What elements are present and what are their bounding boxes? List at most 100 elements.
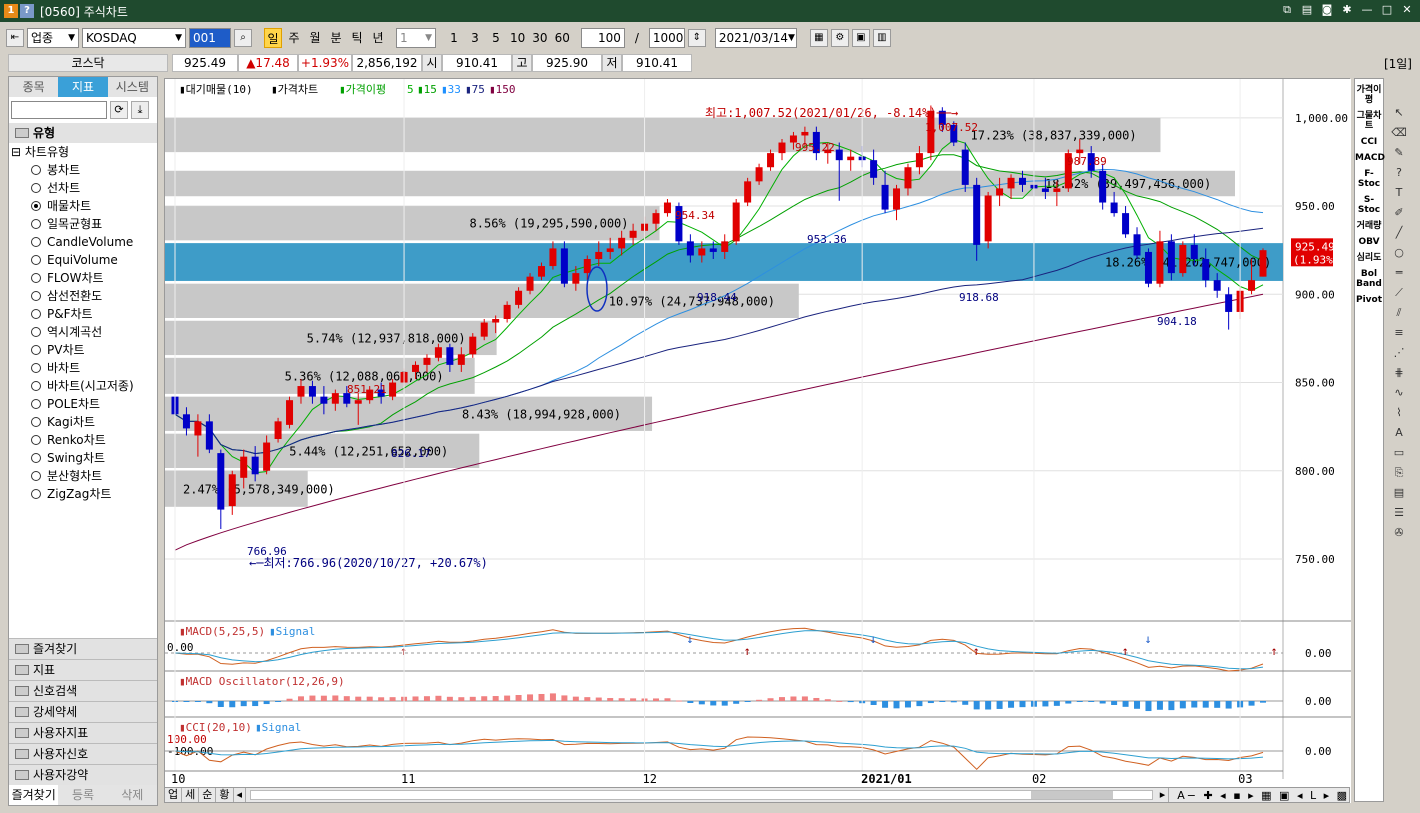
fan-icon[interactable]: ⋰: [1389, 344, 1409, 362]
period-year-button[interactable]: 년: [369, 28, 387, 48]
indicator-shortcut[interactable]: OBV: [1355, 237, 1383, 247]
chart-type-option[interactable]: 바차트: [9, 359, 157, 377]
chart-type-option[interactable]: CandleVolume: [9, 233, 157, 251]
tab-register[interactable]: 등록: [58, 785, 107, 805]
quick-count-60[interactable]: 60: [553, 28, 572, 48]
chart-type-option[interactable]: 바차트(시고저종): [9, 377, 157, 395]
total-count-input[interactable]: 1000: [648, 28, 685, 48]
category-header[interactable]: 유형: [9, 123, 157, 143]
auto-icon[interactable]: A: [1389, 424, 1409, 442]
interval-select[interactable]: 1 ▼: [396, 28, 436, 48]
indicator-icon[interactable]: ▥: [872, 29, 891, 47]
quick-count-3[interactable]: 3: [466, 28, 484, 48]
tab-system[interactable]: 시스템: [108, 77, 157, 97]
wave-icon[interactable]: ∿: [1389, 384, 1409, 402]
wrench-icon[interactable]: ✇: [1389, 524, 1409, 542]
pattern-icon[interactable]: ⌇: [1389, 404, 1409, 422]
tab-favorites[interactable]: 즐겨찾기: [9, 785, 59, 805]
market-name-select[interactable]: KOSDAQ ▼: [82, 28, 186, 48]
quick-count-30[interactable]: 30: [530, 28, 549, 48]
period-week-button[interactable]: 주: [285, 28, 303, 48]
indicator-shortcut[interactable]: 가격이평: [1355, 85, 1383, 105]
bottom-category-item[interactable]: 강세약세: [9, 701, 157, 722]
period-day-button[interactable]: 일: [264, 28, 282, 48]
chart-type-option[interactable]: 봉차트: [9, 161, 157, 179]
bottom-scrollbar[interactable]: 업 세 순 황 ◂ ▸ A− ✚ ◂ ▪ ▸ ▦ ▣ ◂ L ▸ ▩: [164, 787, 1350, 803]
market-type-select[interactable]: 업종 ▼: [27, 28, 79, 48]
scroll-tab-status[interactable]: 황: [216, 788, 234, 802]
bottom-category-item[interactable]: 사용자강약: [9, 764, 157, 785]
minimize-icon[interactable]: —: [1360, 3, 1374, 17]
chart-type-option[interactable]: Swing차트: [9, 449, 157, 467]
indicator-shortcut[interactable]: F-Stoc: [1355, 169, 1383, 189]
quick-count-5[interactable]: 5: [487, 28, 505, 48]
bottom-category-item[interactable]: 사용자지표: [9, 722, 157, 743]
period-tick-button[interactable]: 틱: [348, 28, 366, 48]
quick-count-10[interactable]: 10: [508, 28, 527, 48]
tab-indicator[interactable]: 지표: [58, 77, 108, 97]
line-icon[interactable]: ╱: [1389, 224, 1409, 242]
prev-icon[interactable]: ⇤: [6, 29, 24, 47]
fibonacci-icon[interactable]: ≡: [1389, 324, 1409, 342]
bar-chart-icon[interactable]: ▤: [1389, 484, 1409, 502]
horizontal-line-icon[interactable]: ═: [1389, 264, 1409, 282]
search-icon[interactable]: ⌕: [234, 29, 252, 47]
chart-type-option[interactable]: PV차트: [9, 341, 157, 359]
zoom-controls[interactable]: A− ✚ ◂ ▪ ▸ ▦ ▣ ◂ L ▸ ▩: [1177, 789, 1349, 802]
range-icon[interactable]: ⇕: [687, 29, 706, 47]
scroll-right-icon[interactable]: ▸: [1157, 788, 1170, 802]
indicator-shortcut[interactable]: Bol Band: [1355, 269, 1383, 289]
tab-stock[interactable]: 종목: [9, 77, 58, 97]
layout-icon[interactable]: ▦: [809, 29, 828, 47]
date-select[interactable]: 2021/03/14 ▼: [714, 28, 797, 48]
scroll-tab-detail[interactable]: 세: [182, 788, 200, 802]
indicator-shortcut[interactable]: 그물차트: [1355, 111, 1383, 131]
settings-icon[interactable]: ⚙: [830, 29, 849, 47]
chart-type-option[interactable]: 선차트: [9, 179, 157, 197]
period-month-button[interactable]: 월: [306, 28, 324, 48]
text-icon[interactable]: T: [1389, 184, 1409, 202]
cursor-icon[interactable]: ↖: [1389, 104, 1409, 122]
tab-delete[interactable]: 삭제: [108, 785, 157, 805]
gear-icon[interactable]: ✱: [1340, 3, 1354, 17]
chart-type-option[interactable]: 매물차트: [9, 197, 157, 215]
bottom-category-item[interactable]: 지표: [9, 659, 157, 680]
indicator-shortcut[interactable]: Pivot: [1355, 295, 1383, 305]
refresh-icon[interactable]: ⟳: [110, 101, 128, 119]
question-icon[interactable]: ?: [1389, 164, 1409, 182]
copy-icon[interactable]: ⎘: [1389, 464, 1409, 482]
chart-type-option[interactable]: ZigZag차트: [9, 485, 157, 503]
indicator-shortcut[interactable]: 거래량: [1355, 221, 1383, 231]
help-icon[interactable]: ?: [20, 4, 34, 18]
print-icon[interactable]: ▤: [1300, 3, 1314, 17]
eraser-icon[interactable]: ⌫: [1389, 124, 1409, 142]
chart-type-option[interactable]: POLE차트: [9, 395, 157, 413]
window-icon[interactable]: ▭: [1389, 444, 1409, 462]
indicator-shortcut[interactable]: MACD: [1355, 153, 1385, 163]
channel-icon[interactable]: ⫽: [1389, 304, 1409, 322]
code-input[interactable]: 001: [189, 28, 231, 48]
save-icon[interactable]: ▣: [851, 29, 870, 47]
display-count-input[interactable]: 100: [580, 28, 625, 48]
indicator-search-input[interactable]: [11, 101, 107, 119]
brush-icon[interactable]: ✐: [1389, 204, 1409, 222]
chart-type-option[interactable]: 역시계곡선: [9, 323, 157, 341]
quick-count-1[interactable]: 1: [445, 28, 463, 48]
scroll-thumb[interactable]: [1031, 791, 1114, 799]
indicator-shortcut[interactable]: S-Stoc: [1355, 195, 1383, 215]
scroll-tab-up[interactable]: 업: [165, 788, 183, 802]
period-minute-button[interactable]: 분: [327, 28, 345, 48]
chart-type-option[interactable]: P&F차트: [9, 305, 157, 323]
subcategory-item[interactable]: ⊟ 차트유형: [9, 143, 157, 161]
bottom-category-item[interactable]: 신호검색: [9, 680, 157, 701]
pencil-icon[interactable]: ✎: [1389, 144, 1409, 162]
bottom-category-item[interactable]: 즐겨찾기: [9, 638, 157, 659]
chart-type-option[interactable]: 일목균형표: [9, 215, 157, 233]
chart-type-option[interactable]: FLOW차트: [9, 269, 157, 287]
chart-type-option[interactable]: Kagi차트: [9, 413, 157, 431]
chart-type-option[interactable]: Renko차트: [9, 431, 157, 449]
scroll-tab-order[interactable]: 순: [199, 788, 217, 802]
chart-area[interactable]: 1,000.00 950.00 900.00 850.00 800.00 750.00 17…: [164, 78, 1351, 803]
link-icon[interactable]: ⧉: [1280, 3, 1294, 17]
bottom-category-item[interactable]: 사용자신호: [9, 743, 157, 764]
